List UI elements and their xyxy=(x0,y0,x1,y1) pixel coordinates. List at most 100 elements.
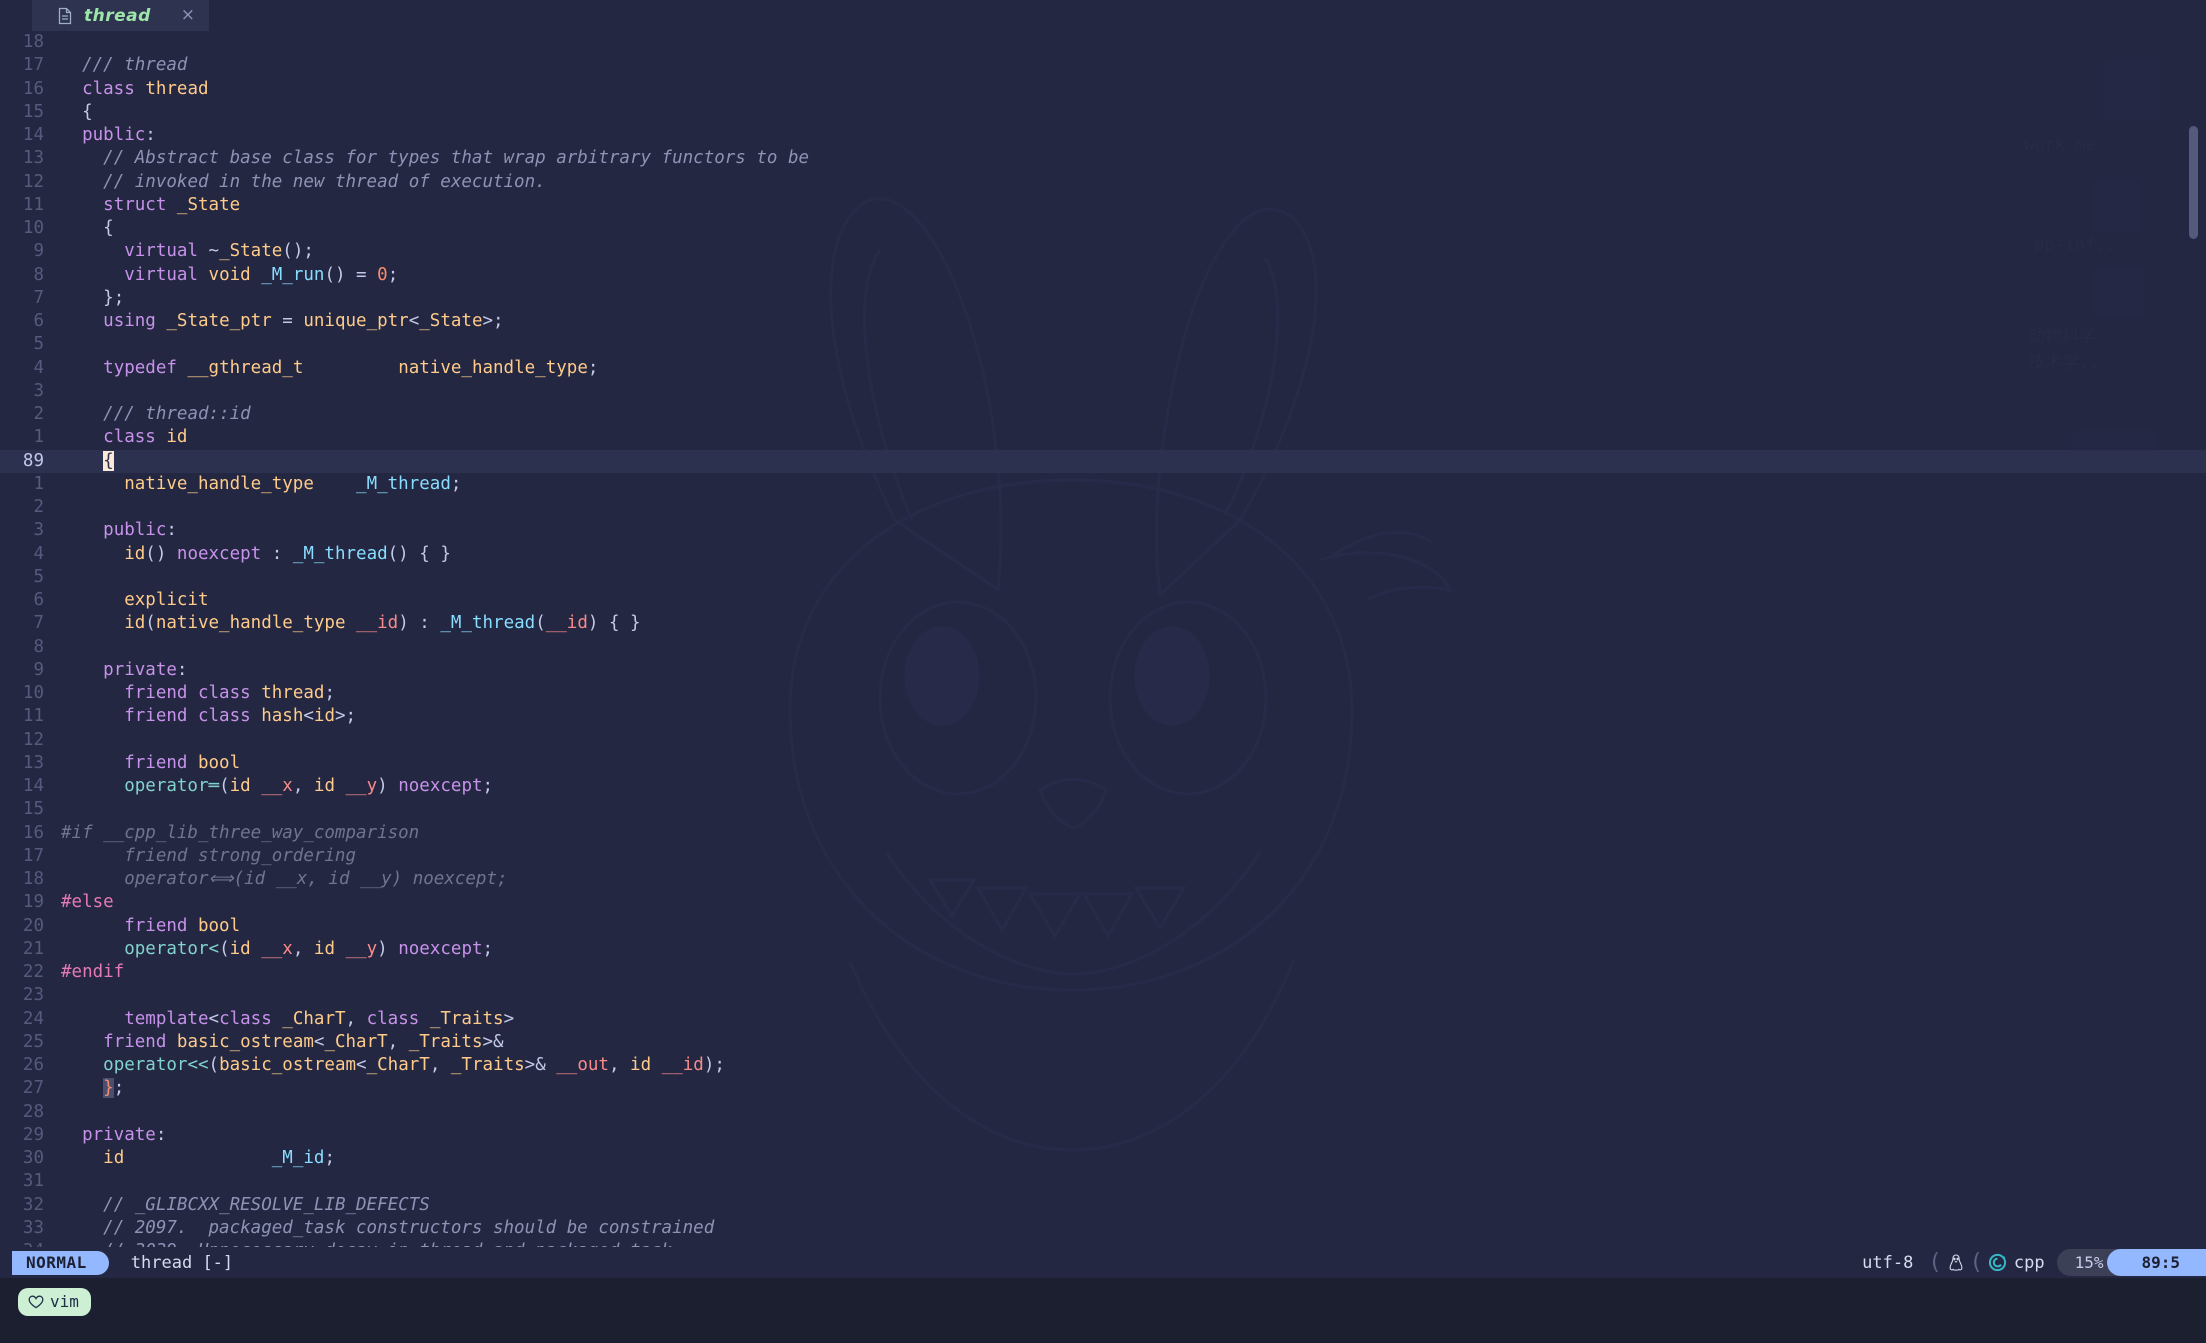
code-line[interactable]: 19 #else xyxy=(0,891,2206,914)
code-line-content: typedef __gthread_t native_handle_type; xyxy=(61,357,598,380)
code-line[interactable]: 12 // invoked in the new thread of execu… xyxy=(0,171,2206,194)
code-line[interactable]: 28 xyxy=(0,1101,2206,1124)
line-number: 19 xyxy=(22,892,44,913)
code-line[interactable]: 16 #if __cpp_lib_three_way_comparison xyxy=(0,822,2206,845)
code-line[interactable]: 32 // _GLIBCXX_RESOLVE_LIB_DEFECTS xyxy=(0,1194,2206,1217)
close-icon[interactable]: × xyxy=(181,7,195,24)
code-editor-buffer[interactable]: 18 17 /// thread 16 class thread 15 {14 pub… xyxy=(0,31,2206,1261)
code-line[interactable]: 10 friend class thread; xyxy=(0,682,2206,705)
code-line[interactable]: 1 native_handle_type _M_thread; xyxy=(0,473,2206,496)
code-token: : xyxy=(145,125,156,145)
code-line[interactable]: 7 id(native_handle_type __id) : _M_threa… xyxy=(0,612,2206,635)
code-line[interactable]: 31 xyxy=(0,1170,2206,1193)
code-line[interactable]: 13 friend bool xyxy=(0,752,2206,775)
code-line-content: operator<<(basic_ostream<_CharT, _Traits… xyxy=(61,1054,725,1077)
line-number: 13 xyxy=(22,148,44,169)
code-line[interactable]: 89 { xyxy=(0,449,2206,473)
code-line[interactable]: 6 using _State_ptr = unique_ptr<_State>; xyxy=(0,310,2206,333)
tab-thread[interactable]: thread × xyxy=(32,0,210,31)
code-line[interactable]: 5 xyxy=(0,566,2206,589)
line-number: 30 xyxy=(22,1148,44,1168)
code-line[interactable]: 2 xyxy=(0,496,2206,519)
code-line[interactable]: 14 public: xyxy=(0,124,2206,147)
line-number: 10 xyxy=(22,218,44,238)
code-line-content: operator<(id __x, id __y) noexcept; xyxy=(61,938,493,961)
code-line[interactable]: 29 private: xyxy=(0,1124,2206,1147)
scrollbar-thumb[interactable] xyxy=(2189,126,2198,239)
code-line[interactable]: 23 xyxy=(0,984,2206,1007)
code-token: ; xyxy=(482,938,494,959)
code-line[interactable]: 4 typedef __gthread_t native_handle_type… xyxy=(0,357,2206,380)
code-token: id xyxy=(103,1148,125,1168)
code-line[interactable]: 9 private: xyxy=(0,659,2206,682)
line-number: 5 xyxy=(33,334,44,355)
code-line[interactable]: 21 operator<(id __x, id __y) noexcept; xyxy=(0,938,2206,961)
code-token: friend xyxy=(124,752,188,773)
code-token: typedef xyxy=(103,357,177,378)
code-token: ) xyxy=(377,776,399,796)
code-line[interactable]: 26 operator<<(basic_ostream<_CharT, _Tra… xyxy=(0,1054,2206,1077)
code-token: struct xyxy=(103,194,167,215)
code-line[interactable]: 20 friend bool xyxy=(0,915,2206,938)
code-line[interactable]: 18 xyxy=(0,31,2206,54)
code-line[interactable]: 25 friend basic_ostream<_CharT, _Traits>… xyxy=(0,1031,2206,1054)
code-line[interactable]: 24 template<class _CharT, class _Traits> xyxy=(0,1008,2206,1031)
code-line[interactable]: 2 /// thread::id xyxy=(0,403,2206,426)
code-line[interactable]: 13 // Abstract base class for types that… xyxy=(0,147,2206,170)
cpp-icon xyxy=(1988,1253,2006,1272)
code-line-content: #if __cpp_lib_three_way_comparison xyxy=(61,822,419,845)
code-line-content: { xyxy=(61,101,93,124)
vim-badge[interactable]: vim xyxy=(18,1288,91,1316)
code-line[interactable]: 10 { xyxy=(0,217,2206,240)
code-token: ); xyxy=(703,1055,725,1075)
code-line[interactable]: 6 explicit xyxy=(0,589,2206,612)
code-token: < xyxy=(356,1055,367,1075)
code-line-content: // Abstract base class for types that wr… xyxy=(61,147,809,170)
code-line[interactable]: 22 #endif xyxy=(0,961,2206,984)
code-line-content: }; xyxy=(61,1077,124,1100)
code-line[interactable]: 18 operator⟺(id __x, id __y) noexcept; xyxy=(0,868,2206,891)
code-token: _M_thread xyxy=(292,543,388,564)
code-token: : xyxy=(166,520,177,541)
code-line[interactable]: 30 id _M_id; xyxy=(0,1147,2206,1170)
code-line[interactable]: 16 class thread xyxy=(0,78,2206,101)
code-line[interactable]: 15 { xyxy=(0,101,2206,124)
code-line[interactable]: 33 // 2097. packaged_task constructors s… xyxy=(0,1217,2206,1240)
status-right-group: utf-8 ( ( cpp 15% 89:5 xyxy=(1862,1249,2206,1276)
code-line[interactable]: 11 friend class hash<id>; xyxy=(0,705,2206,728)
code-line[interactable]: 17 friend strong_ordering xyxy=(0,845,2206,868)
code-line[interactable]: 5 xyxy=(0,333,2206,356)
code-line[interactable]: 11 struct _State xyxy=(0,194,2206,217)
code-line[interactable]: 9 virtual ~_State(); xyxy=(0,240,2206,263)
code-line[interactable]: 1 class id xyxy=(0,426,2206,449)
code-line[interactable]: 7 }; xyxy=(0,287,2206,310)
bottom-bar: vim xyxy=(0,1278,2206,1343)
code-line[interactable]: 14 operator═(id __x, id __y) noexcept; xyxy=(0,775,2206,798)
code-line[interactable]: 3 public: xyxy=(0,519,2206,542)
code-line[interactable]: 3 xyxy=(0,380,2206,403)
code-line-content: { xyxy=(61,450,114,473)
vim-badge-label: vim xyxy=(50,1292,79,1311)
code-line[interactable]: 12 xyxy=(0,729,2206,752)
code-line[interactable]: 17 /// thread xyxy=(0,54,2206,77)
code-line[interactable]: 27 }; xyxy=(0,1077,2206,1100)
code-token: // 2097. packaged_task constructors shou… xyxy=(103,1217,715,1238)
line-number: 3 xyxy=(33,520,44,541)
code-line[interactable]: 4 id() noexcept : _M_thread() { } xyxy=(0,543,2206,566)
code-token: noexcept xyxy=(398,938,483,959)
code-line[interactable]: 8 virtual void _M_run() = 0; xyxy=(0,264,2206,287)
code-line[interactable]: 8 xyxy=(0,636,2206,659)
code-token: class xyxy=(197,706,251,727)
code-line-content: /// thread::id xyxy=(61,403,251,426)
code-line[interactable]: 15 xyxy=(0,798,2206,821)
